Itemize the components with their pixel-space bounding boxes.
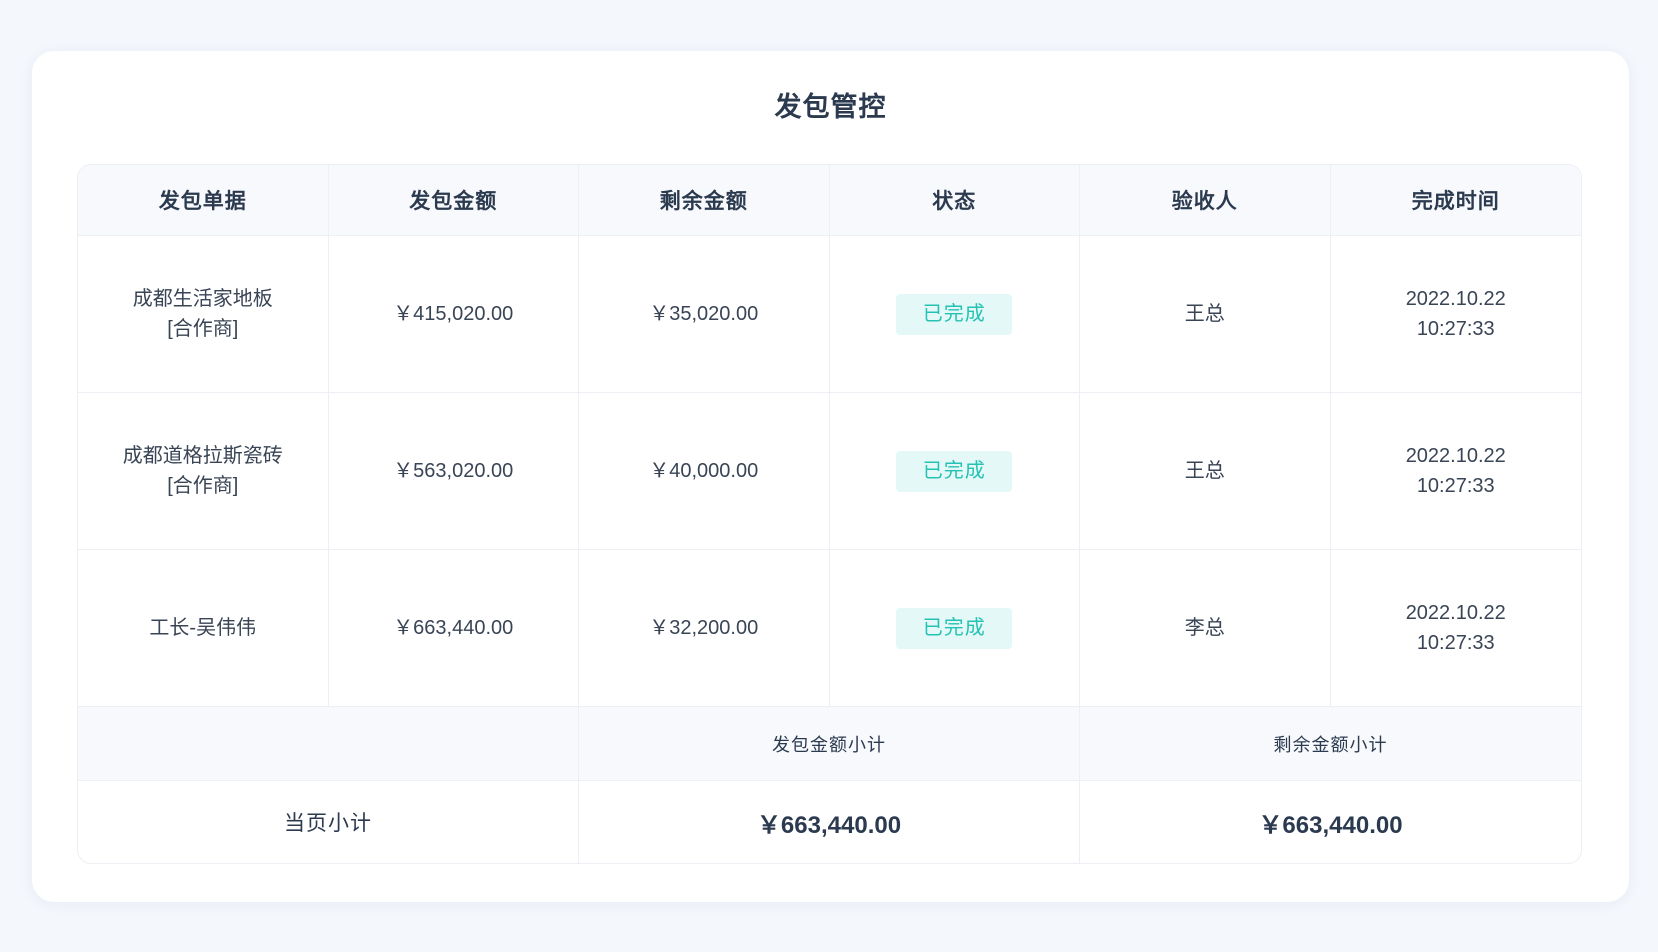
status-cell: 已完成 [830, 393, 1080, 549]
column-header-completion-time: 完成时间 [1411, 190, 1500, 213]
table-row: 成都生活家地板 [合作商] ￥415,020.00 ￥35,020.00 已完成… [78, 236, 1581, 393]
completion-clock: 10:27:33 [1416, 475, 1495, 497]
column-header-document: 发包单据 [78, 165, 329, 235]
amount-cell: ￥563,020.00 [329, 393, 579, 549]
inspector-cell: 王总 [1080, 393, 1331, 549]
status-badge: 已完成 [896, 607, 1013, 649]
column-header-remaining: 剩余金额 [579, 165, 830, 235]
document-name: 成都生活家地板 [132, 288, 273, 310]
remaining-cell: ￥40,000.00 [579, 393, 830, 549]
subtotal-label-row: 发包金额小计 剩余金额小计 [78, 707, 1581, 781]
column-header-inspector: 验收人 [1080, 165, 1331, 235]
completion-time-cell: 2022.10.22 10:27:33 [1331, 550, 1582, 706]
status-cell: 已完成 [830, 550, 1080, 706]
subtotal-blank-cell [78, 707, 579, 780]
completion-time-cell: 2022.10.22 10:27:33 [1331, 393, 1582, 549]
completion-clock: 10:27:33 [1416, 632, 1495, 654]
amount-subtotal-label: 发包金额小计 [579, 707, 1080, 780]
document-cell: 成都道格拉斯瓷砖 [合作商] [78, 393, 329, 549]
completion-date: 2022.10.22 [1405, 288, 1506, 310]
table-row: 工长-吴伟伟 ￥663,440.00 ￥32,200.00 已完成 李总 202… [78, 550, 1581, 707]
inspector-cell: 王总 [1080, 236, 1331, 392]
column-header-amount: 发包金额 [329, 165, 579, 235]
document-cell: 工长-吴伟伟 [78, 550, 329, 706]
table-header: 发包单据 发包金额 剩余金额 状态 验收人 完成时间 [78, 165, 1581, 236]
package-table: 发包单据 发包金额 剩余金额 状态 验收人 完成时间 成都生活家地板 [合作商]… [77, 164, 1582, 864]
remaining-subtotal-value: ￥663,440.00 [1258, 811, 1403, 839]
column-header-status: 状态 [830, 165, 1080, 235]
document-name: 工长-吴伟伟 [149, 617, 257, 639]
page-subtotal-label: 当页小计 [78, 781, 579, 863]
completion-date: 2022.10.22 [1405, 602, 1506, 624]
amount-cell: ￥663,440.00 [329, 550, 579, 706]
remaining-cell: ￥32,200.00 [579, 550, 830, 706]
subtotal-value-row: 当页小计 ￥663,440.00 ￥663,440.00 [78, 781, 1581, 863]
inspector-cell: 李总 [1080, 550, 1331, 706]
page-title: 发包管控 [774, 92, 887, 122]
status-badge: 已完成 [896, 293, 1013, 335]
amount-subtotal-value: ￥663,440.00 [579, 781, 1080, 863]
amount-cell: ￥415,020.00 [329, 236, 579, 392]
completion-clock: 10:27:33 [1416, 318, 1495, 340]
completion-date: 2022.10.22 [1405, 445, 1506, 467]
document-cell: 成都生活家地板 [合作商] [78, 236, 329, 392]
status-badge: 已完成 [896, 450, 1013, 492]
status-cell: 已完成 [830, 236, 1080, 392]
remaining-cell: ￥35,020.00 [579, 236, 830, 392]
completion-time-cell: 2022.10.22 10:27:33 [1331, 236, 1582, 392]
package-control-card: 发包管控 发包单据 发包金额 剩余金额 状态 验收人 完成时间 成都生活家地板 … [32, 51, 1629, 902]
document-tag: [合作商] [167, 318, 239, 340]
document-tag: [合作商] [167, 475, 239, 497]
remaining-subtotal-label: 剩余金额小计 [1273, 734, 1388, 755]
table-row: 成都道格拉斯瓷砖 [合作商] ￥563,020.00 ￥40,000.00 已完… [78, 393, 1581, 550]
document-name: 成都道格拉斯瓷砖 [122, 445, 283, 467]
